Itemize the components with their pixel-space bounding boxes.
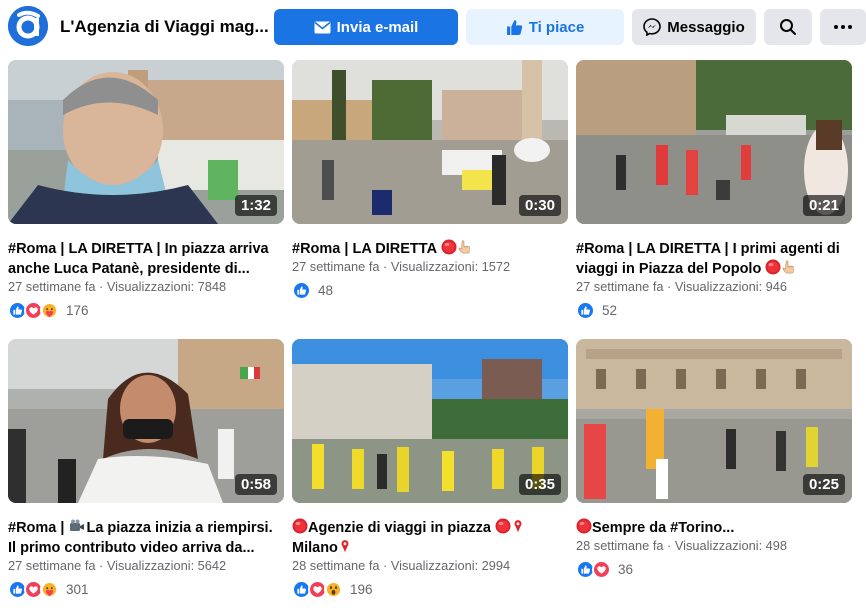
like-page-button[interactable]: Ti piace — [466, 9, 624, 45]
video-title-line: Il primo contributo video arriva da... — [8, 540, 255, 556]
video-thumbnail[interactable]: 0:21 — [576, 60, 852, 224]
message-button[interactable]: Messaggio — [632, 9, 756, 45]
search-button[interactable] — [764, 9, 812, 45]
video-title-text: #Roma | LA DIRETTA — [292, 241, 437, 257]
video-duration: 0:35 — [518, 474, 561, 495]
reaction-count: 196 — [350, 581, 373, 597]
pointing-hand-icon — [781, 259, 795, 275]
red-circle-icon — [765, 259, 781, 275]
video-title[interactable]: Sempre da #Torino... — [576, 518, 852, 538]
video-thumbnail[interactable]: 0:25 — [576, 339, 852, 503]
reaction-count: 36 — [618, 561, 634, 577]
red-circle-icon — [576, 518, 592, 534]
messenger-icon — [643, 18, 662, 36]
video-camera-icon — [68, 518, 86, 534]
reactions-summary[interactable]: 48 — [292, 280, 333, 300]
video-title-line: #Roma | LA DIRETTA | In piazza arriva — [8, 241, 269, 257]
video-title-text: Sempre da #Torino... — [592, 520, 735, 536]
video-meta: 28 settimane fa · Visualizzazioni: 498 — [576, 538, 788, 553]
reaction-count: 176 — [66, 302, 89, 318]
video-title-text: Milano — [292, 540, 338, 556]
video-meta: 28 settimane fa · Visualizzazioni: 2994 — [292, 558, 511, 573]
video-title-line: viaggi in Piazza del Popolo — [576, 259, 852, 279]
reactions-summary[interactable]: 196 — [292, 579, 373, 599]
video-duration: 0:30 — [518, 195, 561, 216]
video-title[interactable]: #Roma | LA DIRETTA | In piazza arriva an… — [8, 239, 284, 279]
wow-reaction-icon — [324, 579, 343, 599]
reactions-summary[interactable]: 36 — [576, 559, 633, 579]
video-thumbnail[interactable]: 0:30 — [292, 60, 568, 224]
video-thumbnail[interactable]: 0:58 — [8, 339, 284, 503]
more-options-button[interactable] — [820, 9, 866, 45]
video-duration: 0:58 — [234, 474, 277, 495]
like-page-label: Ti piace — [528, 18, 585, 36]
send-email-button[interactable]: Invia e-mail — [274, 9, 458, 45]
video-title-text: #Roma | — [8, 520, 65, 536]
reactions-summary[interactable]: 301 — [8, 579, 89, 599]
video-title-line: #Roma | La piazza inizia a riempirsi. — [8, 518, 284, 538]
video-title-text: La piazza inizia a riempirsi. — [86, 520, 273, 536]
video-title[interactable]: #Roma | LA DIRETTA — [292, 239, 568, 259]
video-meta: 27 settimane fa · Visualizzazioni: 5642 — [8, 558, 227, 573]
reaction-count: 52 — [602, 302, 618, 318]
envelope-icon — [314, 21, 331, 33]
pointing-hand-icon — [457, 239, 471, 255]
video-duration: 1:32 — [234, 195, 277, 216]
video-meta: 27 settimane fa · Visualizzazioni: 7848 — [8, 279, 227, 294]
care-reaction-icon — [40, 300, 59, 320]
video-title-text: viaggi in Piazza del Popolo — [576, 261, 762, 277]
love-reaction-icon — [592, 559, 611, 579]
message-label: Messaggio — [667, 18, 745, 36]
reaction-count: 301 — [66, 581, 89, 597]
video-duration: 0:21 — [802, 195, 845, 216]
reactions-summary[interactable]: 52 — [576, 300, 617, 320]
video-title[interactable]: Agenzie di viaggi in piazza Milano — [292, 518, 568, 558]
search-icon — [780, 19, 796, 35]
like-reaction-icon — [292, 280, 311, 300]
video-title-line: Sempre da #Torino... — [576, 518, 852, 538]
reactions-summary[interactable]: 176 — [8, 300, 89, 320]
red-circle-icon — [441, 239, 457, 255]
video-title-line: #Roma | LA DIRETTA | I primi agenti di — [576, 241, 840, 257]
video-duration: 0:25 — [802, 474, 845, 495]
video-title-text: Agenzie di viaggi in piazza — [308, 520, 491, 536]
video-thumbnail[interactable]: 1:32 — [8, 60, 284, 224]
video-meta: 27 settimane fa · Visualizzazioni: 1572 — [292, 259, 511, 274]
video-meta: 27 settimane fa · Visualizzazioni: 946 — [576, 279, 788, 294]
red-circle-icon — [495, 518, 511, 534]
agenzia-logo-icon — [8, 6, 48, 46]
pin-icon — [511, 518, 525, 534]
video-title-line: Milano — [292, 538, 568, 558]
video-title-line: #Roma | LA DIRETTA — [292, 239, 568, 259]
send-email-label: Invia e-mail — [336, 18, 419, 36]
pin-icon — [338, 538, 352, 554]
video-title-line: anche Luca Patanè, presidente di... — [8, 261, 250, 277]
care-reaction-icon — [40, 579, 59, 599]
video-thumbnail[interactable]: 0:35 — [292, 339, 568, 503]
video-title-line: Agenzie di viaggi in piazza — [292, 518, 568, 538]
reaction-count: 48 — [318, 282, 334, 298]
video-title[interactable]: #Roma | LA DIRETTA | I primi agenti di v… — [576, 239, 852, 279]
video-title[interactable]: #Roma | La piazza inizia a riempirsi. Il… — [8, 518, 284, 558]
page-header: L'Agenzia di Viaggi mag... Invia e-mail … — [0, 0, 866, 55]
more-icon — [834, 25, 852, 29]
like-reaction-icon — [576, 300, 595, 320]
page-title[interactable]: L'Agenzia di Viaggi mag... — [60, 17, 269, 37]
agenzia-logo[interactable] — [8, 6, 48, 46]
red-circle-icon — [292, 518, 308, 534]
thumbs-up-icon — [506, 19, 522, 35]
